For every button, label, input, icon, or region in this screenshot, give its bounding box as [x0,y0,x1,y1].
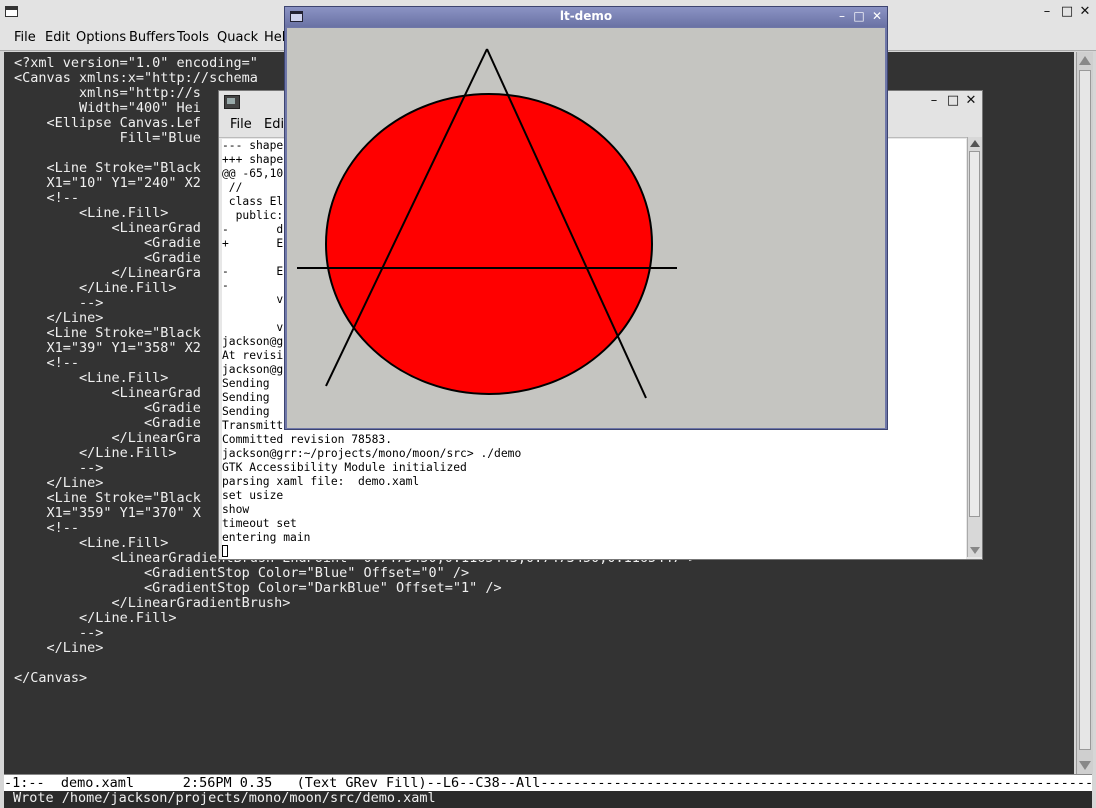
terminal-line: GTK Accessibility Module initialized [222,461,467,474]
window-menu-icon[interactable] [5,6,18,17]
maximize-icon[interactable]: □ [852,9,866,23]
terminal-line: show [222,503,250,516]
editor-line: </Line.Fill> [14,610,177,626]
terminal-scrollbar[interactable] [967,137,982,557]
minimize-icon[interactable]: – [835,9,849,23]
menu-file[interactable]: File [230,117,252,132]
demo-titlebar[interactable]: lt-demo – □ ✕ [285,7,887,27]
editor-line: </Line> [14,640,104,656]
close-icon[interactable]: ✕ [870,9,884,23]
maximize-icon[interactable]: □ [946,94,960,108]
maximize-icon[interactable]: □ [1060,5,1074,19]
close-icon[interactable]: ✕ [964,94,978,108]
scroll-down-icon[interactable] [1079,761,1091,770]
editor-line: <GradientStop Color="DarkBlue" Offset="1… [14,580,502,596]
terminal-line: jackson@grr:~/projects/mono/moon/src> ./… [222,447,522,460]
terminal-line: timeout set [222,517,297,530]
editor-line: </Canvas> [14,670,88,686]
terminal-line: parsing xaml file: demo.xaml [222,475,420,488]
editor-line: <GradientStop Color="Blue" Offset="0" /> [14,565,470,581]
editor-scrollbar[interactable] [1076,52,1093,774]
scroll-thumb[interactable] [1079,70,1091,750]
scroll-up-icon[interactable] [1079,56,1091,65]
scroll-down-icon[interactable] [970,547,980,554]
terminal-cursor [222,545,228,557]
menu-edit[interactable]: Edit [45,30,70,45]
close-icon[interactable]: ✕ [1078,5,1092,19]
menu-options[interactable]: Options [76,30,126,45]
terminal-line: set usize [222,489,284,502]
window-title: lt-demo [559,9,613,23]
terminal-line: entering main [222,531,311,544]
menu-buffers[interactable]: Buffers [129,30,175,45]
minimize-icon[interactable]: – [927,94,941,108]
scroll-thumb[interactable] [969,151,980,517]
editor-line: </LinearGradientBrush> [14,595,291,611]
demo-canvas [287,28,885,428]
shapes-drawing [297,48,677,399]
editor-line: --> [14,625,104,641]
terminal-line: Committed revision 78583. [222,433,393,446]
demo-window: lt-demo – □ ✕ [284,6,888,430]
minimize-icon[interactable]: – [1040,5,1054,19]
terminal-prompt-line[interactable] [222,545,966,559]
minibuffer[interactable]: Wrote /home/jackson/projects/mono/moon/s… [4,791,1092,808]
scroll-up-icon[interactable] [970,140,980,147]
menu-quack[interactable]: Quack [217,30,258,45]
menu-tools[interactable]: Tools [177,30,209,45]
red-ellipse [325,93,653,395]
terminal-icon[interactable] [224,95,240,109]
menu-file[interactable]: File [14,30,36,45]
